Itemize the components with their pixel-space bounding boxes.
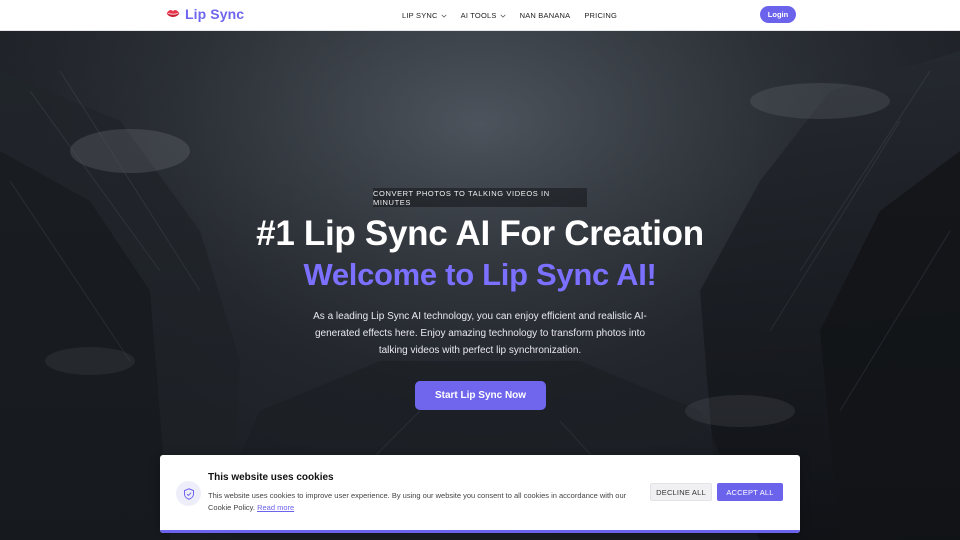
start-lip-sync-button[interactable]: Start Lip Sync Now [415, 381, 546, 410]
brand-name: Lip Sync [185, 6, 245, 22]
nav-item-lip-sync[interactable]: LIP SYNC [402, 11, 447, 20]
nav-item-pricing[interactable]: PRICING [584, 11, 617, 20]
chevron-down-icon [500, 14, 506, 18]
decline-all-button[interactable]: DECLINE ALL [650, 483, 712, 501]
hero-title: #1 Lip Sync AI For Creation [256, 214, 704, 253]
nav-label: PRICING [584, 11, 617, 20]
brand-logo[interactable]: Lip Sync [166, 6, 244, 22]
nav-item-ai-tools[interactable]: AI TOOLS [461, 11, 506, 20]
lips-icon [166, 10, 180, 17]
chevron-down-icon [441, 14, 447, 18]
hero-eyebrow: CONVERT PHOTOS TO TALKING VIDEOS IN MINU… [373, 188, 587, 207]
accept-all-button[interactable]: ACCEPT ALL [717, 483, 783, 501]
shield-check-icon [183, 487, 194, 500]
nav-label: AI TOOLS [460, 11, 497, 20]
main-nav: LIP SYNC AI TOOLS NAN BANANA PRICING [402, 0, 617, 31]
hero-subtitle: Welcome to Lip Sync AI! [303, 257, 657, 292]
read-more-link[interactable]: Read more [257, 503, 294, 512]
cookie-banner: This website uses cookies This website u… [160, 455, 800, 533]
nav-label: NAN BANANA [519, 11, 571, 20]
hero-description: As a leading Lip Sync AI technology, you… [313, 311, 647, 356]
nav-item-nan-banana[interactable]: NAN BANANA [520, 11, 571, 20]
cookie-accent-bar [160, 530, 800, 533]
login-button[interactable]: Login [760, 6, 796, 23]
cookie-title: This website uses cookies [208, 472, 334, 483]
top-navbar: Lip Sync LIP SYNC AI TOOLS NAN BANANA PR… [0, 0, 960, 31]
nav-label: LIP SYNC [402, 11, 438, 20]
cookie-text: This website uses cookies to improve use… [208, 490, 638, 514]
cookie-icon-badge [176, 481, 201, 506]
